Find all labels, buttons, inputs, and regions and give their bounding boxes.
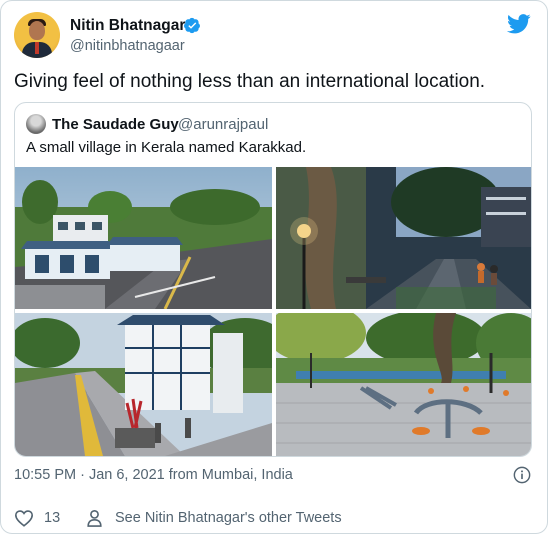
- quoted-author-handle[interactable]: @arunrajpaul: [178, 116, 268, 133]
- other-tweets-link[interactable]: See Nitin Bhatnagar's other Tweets: [115, 510, 342, 526]
- photo-kiosk-path[interactable]: [15, 313, 272, 456]
- like-heart-icon[interactable]: [14, 509, 34, 527]
- tweet-text: Giving feel of nothing less than an inte…: [14, 71, 486, 92]
- quoted-tweet[interactable]: The Saudade Guy @arunrajpaul A small vil…: [14, 102, 532, 457]
- author-name[interactable]: Nitin Bhatnagar: [70, 17, 185, 35]
- user-profile-icon[interactable]: [86, 509, 103, 527]
- quoted-author-avatar[interactable]: [26, 114, 46, 134]
- author-avatar[interactable]: [14, 12, 60, 58]
- info-icon[interactable]: [513, 466, 531, 484]
- author-handle[interactable]: @nitinbhatnagaar: [70, 38, 185, 54]
- embedded-tweet-card: Nitin Bhatnagar @nitinbhatnagaar Giving …: [0, 0, 548, 534]
- twitter-bird-icon[interactable]: [507, 14, 531, 34]
- quoted-tweet-text: A small village in Kerala named Karakkad…: [26, 139, 307, 156]
- like-count: 13: [44, 510, 61, 526]
- photo-outdoor-gym[interactable]: [276, 313, 531, 456]
- quoted-author-name[interactable]: The Saudade Guy: [52, 116, 179, 133]
- verified-badge-icon: [184, 17, 200, 34]
- photo-village-road[interactable]: [15, 167, 272, 309]
- tweet-timestamp[interactable]: 10:55 PM · Jan 6, 2021 from Mumbai, Indi…: [14, 467, 293, 483]
- photo-lamp-walkway[interactable]: [276, 167, 531, 309]
